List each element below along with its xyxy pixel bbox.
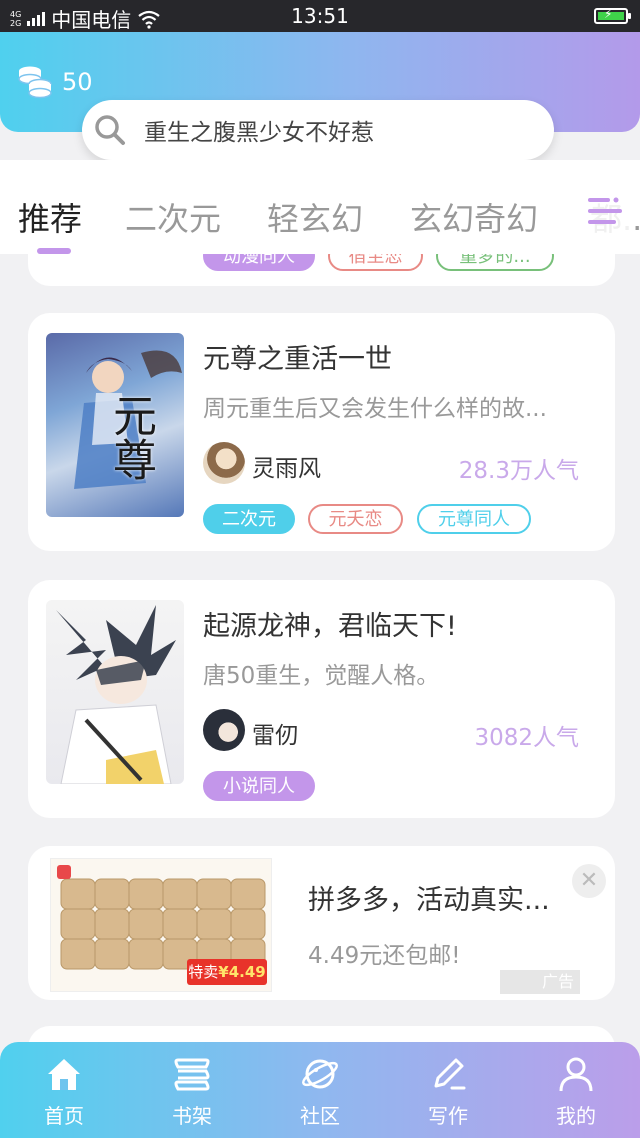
book-card-partial-bottom[interactable]: [28, 1026, 615, 1042]
ad-price-label: 特卖: [188, 963, 219, 981]
tab-anime[interactable]: 二次元: [125, 194, 221, 240]
tab-light-fantasy[interactable]: 轻玄幻: [267, 194, 363, 240]
author-name[interactable]: 灵雨风: [252, 449, 321, 483]
book-cover-title: 元尊: [105, 393, 156, 481]
battery-icon: ⚡: [594, 7, 631, 24]
book-cover[interactable]: [46, 600, 184, 784]
ad-title[interactable]: 拼多多，活动真实...: [308, 878, 550, 917]
coin-balance[interactable]: 50: [16, 64, 93, 100]
nav-community[interactable]: 社区: [256, 1042, 384, 1138]
author-avatar[interactable]: [203, 442, 245, 484]
status-bar: 4G 2G 中国电信 13:51 ⚡: [0, 0, 640, 32]
book-title[interactable]: 元尊之重活一世: [203, 337, 392, 376]
ad-subtitle: 4.49元还包邮!: [308, 943, 461, 969]
coin-count: 50: [62, 68, 93, 96]
pen-icon: [434, 1058, 466, 1090]
home-icon: [48, 1059, 80, 1090]
book-description: 周元重生后又会发生什么样的故...: [203, 396, 547, 422]
ad-label: 广告: [500, 970, 580, 994]
nav-home-label: 首页: [44, 1104, 84, 1128]
nav-write[interactable]: 写作: [384, 1042, 512, 1138]
search-placeholder: 重生之腹黑少女不好惹: [144, 120, 374, 146]
author-name[interactable]: 雷仞: [252, 716, 298, 750]
popularity-count: 28.3万人气: [458, 458, 579, 484]
clock: 13:51: [291, 4, 349, 28]
category-menu-icon[interactable]: [586, 194, 630, 234]
ad-card[interactable]: 特卖¥4.49 拼多多，活动真实... 4.49元还包邮! ✕ 广告: [28, 846, 615, 1000]
nav-profile-label: 我的: [556, 1104, 596, 1128]
book-description: 唐50重生，觉醒人格。: [203, 663, 440, 689]
search-icon: [95, 115, 125, 145]
nav-home[interactable]: 首页: [0, 1042, 128, 1138]
nav-community-label: 社区: [300, 1104, 340, 1128]
book-cover[interactable]: 元尊: [46, 333, 184, 517]
nav-bookshelf-label: 书架: [172, 1104, 212, 1128]
coins-icon: [18, 66, 52, 99]
tag-anime-fanfic[interactable]: 动漫同人: [203, 254, 315, 271]
nav-profile[interactable]: 我的: [512, 1042, 640, 1138]
ad-badge-text: 广告: [541, 972, 574, 991]
tag-fanfic[interactable]: 元尊同人: [417, 504, 531, 534]
search-bar[interactable]: 重生之腹黑少女不好惹: [82, 100, 554, 160]
ad-price-value: ¥4.49: [218, 963, 266, 981]
ad-image[interactable]: 特卖¥4.49: [50, 858, 272, 992]
tag-anime[interactable]: 二次元: [203, 504, 295, 534]
book-title[interactable]: 起源龙神，君临天下!: [203, 604, 457, 643]
tag-novel-fanfic[interactable]: 小说同人: [203, 771, 315, 801]
ad-price-badge: 特卖¥4.49: [187, 959, 267, 985]
bookshelf-icon: [174, 1058, 210, 1091]
book-card[interactable]: 元尊 元尊之重活一世 周元重生后又会发生什么样的故... 灵雨风 28.3万人气…: [28, 313, 615, 551]
tag-dream[interactable]: 童梦的...: [436, 254, 554, 271]
author-avatar[interactable]: [203, 709, 245, 751]
category-tabs: 推荐 二次元 轻玄幻 玄幻奇幻 都...: [0, 160, 640, 254]
close-ad-button[interactable]: ✕: [572, 864, 606, 898]
popularity-count: 3082人气: [474, 725, 579, 751]
book-cover-art: [56, 605, 176, 784]
tag-romance[interactable]: 元夭恋: [308, 504, 403, 534]
planet-icon: [302, 1059, 338, 1089]
tab-fantasy[interactable]: 玄幻奇幻: [410, 194, 538, 240]
tag-romance[interactable]: 宿至恋: [328, 254, 423, 271]
nav-write-label: 写作: [428, 1104, 468, 1128]
tab-recommend[interactable]: 推荐: [18, 194, 82, 240]
nav-bookshelf[interactable]: 书架: [128, 1042, 256, 1138]
book-list[interactable]: 动漫同人 宿至恋 童梦的... 元尊 元尊之重活一世 周元重生后又会发生什么样的…: [0, 254, 640, 1042]
book-card-partial[interactable]: 动漫同人 宿至恋 童梦的...: [28, 254, 615, 286]
book-card[interactable]: 起源龙神，君临天下! 唐50重生，觉醒人格。 雷仞 3082人气 小说同人: [28, 580, 615, 818]
bottom-navigation: 首页 书架 社区 写作 我的: [0, 1042, 640, 1138]
user-icon: [559, 1057, 593, 1092]
